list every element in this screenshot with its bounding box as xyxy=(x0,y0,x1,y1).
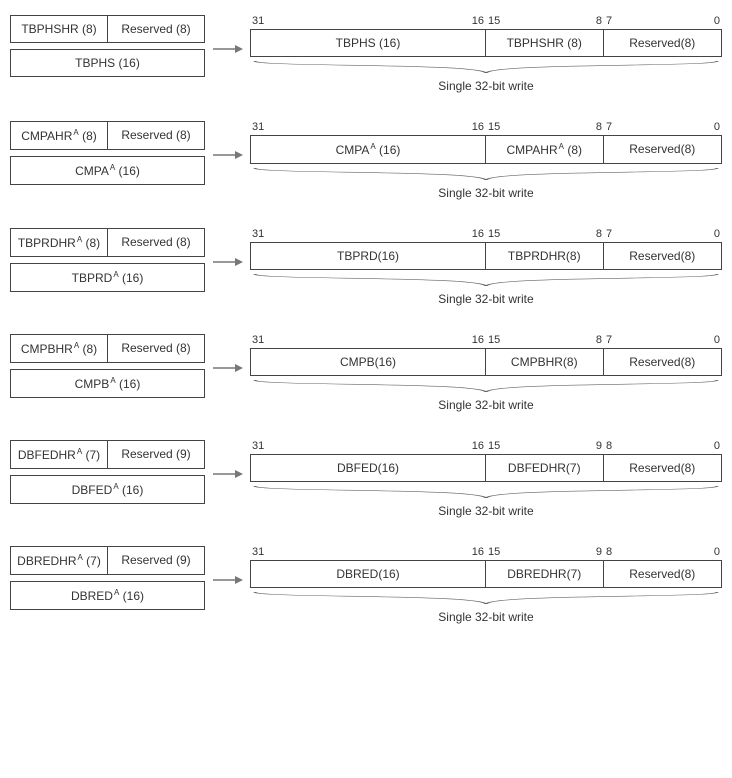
brace-icon xyxy=(250,166,722,186)
bit-numbers: 3116 158 70 xyxy=(250,15,722,29)
register-row: TBPHSHR (8) Reserved (8) TBPHS (16) 3116… xyxy=(10,15,722,93)
field-mid: CMPBHR(8) xyxy=(486,349,604,375)
caption: Single 32-bit write xyxy=(250,186,722,200)
field-main: DBREDA (16) xyxy=(10,581,205,610)
combined-register: 3116 159 80 DBRED(16) DBREDHR(7) Reserve… xyxy=(250,546,722,624)
reg32: CMPB(16) CMPBHR(8) Reserved(8) xyxy=(250,348,722,376)
bit-numbers: 3116 158 70 xyxy=(250,228,722,242)
field-reserved: Reserved (8) xyxy=(108,335,204,362)
arrow-icon xyxy=(205,546,250,586)
combined-register: 3116 158 70 TBPHS (16) TBPHSHR (8) Reser… xyxy=(250,15,722,93)
field-mid: TBPRDHR(8) xyxy=(486,243,604,269)
reg32: CMPAA (16) CMPAHRA (8) Reserved(8) xyxy=(250,135,722,164)
field-main: CMPAA (16) xyxy=(10,156,205,185)
field-hr: TBPHSHR (8) xyxy=(11,16,108,42)
reg32: DBRED(16) DBREDHR(7) Reserved(8) xyxy=(250,560,722,588)
field-reserved: Reserved (8) xyxy=(108,16,204,42)
field-main: TBPHS (16) xyxy=(10,49,205,77)
field-low: Reserved(8) xyxy=(604,243,722,269)
field-reserved: Reserved (8) xyxy=(108,229,204,256)
field-high: CMPB(16) xyxy=(251,349,486,375)
source-registers: DBREDHRA (7) Reserved (9) DBREDA (16) xyxy=(10,546,205,610)
register-row: DBFEDHRA (7) Reserved (9) DBFEDA (16) 31… xyxy=(10,440,722,518)
register-row: CMPBHRA (8) Reserved (8) CMPBA (16) 3116… xyxy=(10,334,722,412)
field-high: DBRED(16) xyxy=(251,561,486,587)
reg32: DBFED(16) DBFEDHR(7) Reserved(8) xyxy=(250,454,722,482)
register-row: DBREDHRA (7) Reserved (9) DBREDA (16) 31… xyxy=(10,546,722,624)
arrow-icon xyxy=(205,228,250,268)
bit-numbers: 3116 158 70 xyxy=(250,334,722,348)
reg32: TBPHS (16) TBPHSHR (8) Reserved(8) xyxy=(250,29,722,57)
field-mid: DBREDHR(7) xyxy=(486,561,604,587)
source-registers: CMPBHRA (8) Reserved (8) CMPBA (16) xyxy=(10,334,205,398)
reg32: TBPRD(16) TBPRDHR(8) Reserved(8) xyxy=(250,242,722,270)
field-main: CMPBA (16) xyxy=(10,369,205,398)
field-low: Reserved(8) xyxy=(604,30,722,56)
register-row: TBPRDHRA (8) Reserved (8) TBPRDA (16) 31… xyxy=(10,228,722,306)
source-registers: TBPRDHRA (8) Reserved (8) TBPRDA (16) xyxy=(10,228,205,292)
source-registers: DBFEDHRA (7) Reserved (9) DBFEDA (16) xyxy=(10,440,205,504)
field-high: TBPHS (16) xyxy=(251,30,486,56)
caption: Single 32-bit write xyxy=(250,504,722,518)
field-main: DBFEDA (16) xyxy=(10,475,205,504)
brace-icon xyxy=(250,59,722,79)
arrow-icon xyxy=(205,15,250,55)
caption: Single 32-bit write xyxy=(250,292,722,306)
field-mid: CMPAHRA (8) xyxy=(486,136,604,163)
brace-icon xyxy=(250,484,722,504)
field-low: Reserved(8) xyxy=(604,136,722,163)
brace-icon xyxy=(250,272,722,292)
bit-numbers: 3116 158 70 xyxy=(250,121,722,135)
register-row: CMPAHRA (8) Reserved (8) CMPAA (16) 3116… xyxy=(10,121,722,200)
arrow-icon xyxy=(205,334,250,374)
field-high: DBFED(16) xyxy=(251,455,486,481)
field-hr: DBREDHRA (7) xyxy=(11,547,108,574)
field-hr: CMPAHRA (8) xyxy=(11,122,108,149)
brace-icon xyxy=(250,378,722,398)
field-reserved: Reserved (9) xyxy=(108,441,204,468)
brace-icon xyxy=(250,590,722,610)
field-low: Reserved(8) xyxy=(604,561,722,587)
field-hr: CMPBHRA (8) xyxy=(11,335,108,362)
field-reserved: Reserved (9) xyxy=(108,547,204,574)
combined-register: 3116 158 70 TBPRD(16) TBPRDHR(8) Reserve… xyxy=(250,228,722,306)
field-hr: TBPRDHRA (8) xyxy=(11,229,108,256)
field-mid: TBPHSHR (8) xyxy=(486,30,604,56)
combined-register: 3116 159 80 DBFED(16) DBFEDHR(7) Reserve… xyxy=(250,440,722,518)
arrow-icon xyxy=(205,121,250,161)
caption: Single 32-bit write xyxy=(250,79,722,93)
field-low: Reserved(8) xyxy=(604,349,722,375)
field-high: CMPAA (16) xyxy=(251,136,486,163)
field-hr: DBFEDHRA (7) xyxy=(11,441,108,468)
field-low: Reserved(8) xyxy=(604,455,722,481)
caption: Single 32-bit write xyxy=(250,610,722,624)
field-high: TBPRD(16) xyxy=(251,243,486,269)
bit-numbers: 3116 159 80 xyxy=(250,440,722,454)
combined-register: 3116 158 70 CMPAA (16) CMPAHRA (8) Reser… xyxy=(250,121,722,200)
bit-numbers: 3116 159 80 xyxy=(250,546,722,560)
source-registers: TBPHSHR (8) Reserved (8) TBPHS (16) xyxy=(10,15,205,77)
field-main: TBPRDA (16) xyxy=(10,263,205,292)
field-mid: DBFEDHR(7) xyxy=(486,455,604,481)
arrow-icon xyxy=(205,440,250,480)
caption: Single 32-bit write xyxy=(250,398,722,412)
field-reserved: Reserved (8) xyxy=(108,122,204,149)
source-registers: CMPAHRA (8) Reserved (8) CMPAA (16) xyxy=(10,121,205,185)
combined-register: 3116 158 70 CMPB(16) CMPBHR(8) Reserved(… xyxy=(250,334,722,412)
